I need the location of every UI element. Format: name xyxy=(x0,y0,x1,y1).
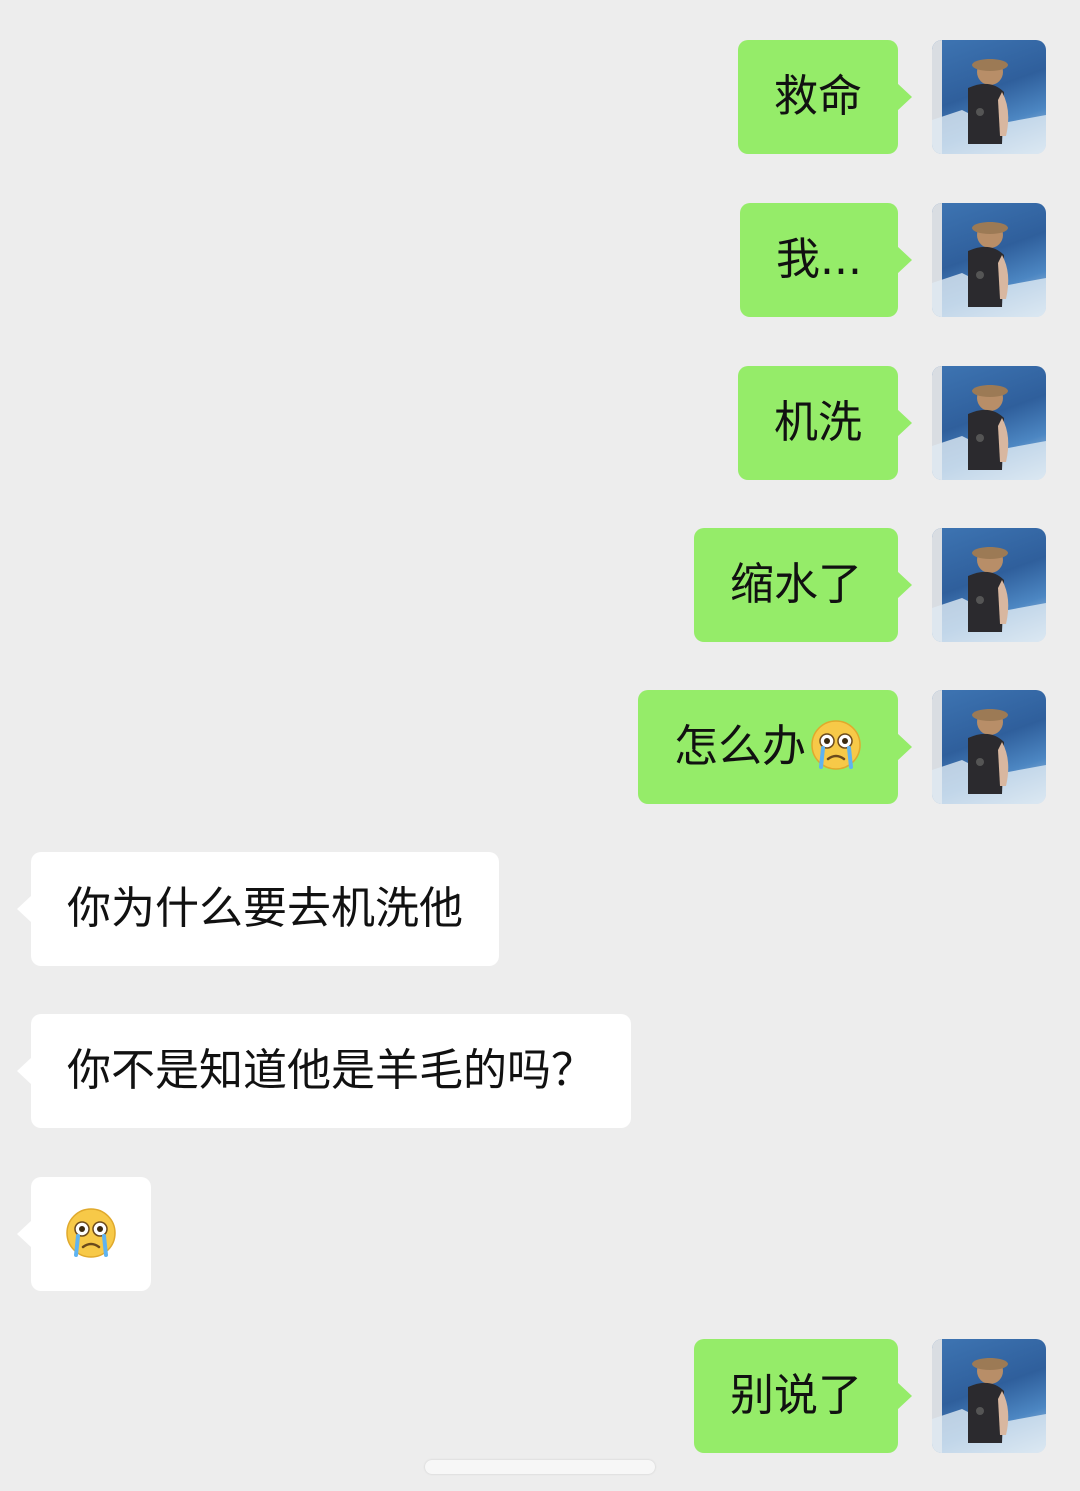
crying-face-emoji-icon xyxy=(65,1207,117,1259)
sent-message-bubble[interactable]: 机洗 xyxy=(738,366,912,480)
message-text: 机洗 xyxy=(774,397,862,448)
message-text: 缩水了 xyxy=(730,559,862,610)
received-message-bubble[interactable]: 你不是知道他是羊毛的吗？ xyxy=(17,1014,631,1128)
home-indicator[interactable] xyxy=(425,1460,655,1474)
message-text: 别说了 xyxy=(730,1370,862,1421)
crying-face-emoji-icon xyxy=(810,719,862,771)
message-text: 怎么办 xyxy=(674,721,806,772)
sent-message-bubble[interactable]: 怎么办 xyxy=(638,690,912,804)
user-avatar[interactable] xyxy=(932,203,1046,317)
user-avatar[interactable] xyxy=(932,690,1046,804)
sent-message-bubble[interactable]: 缩水了 xyxy=(694,528,912,642)
message-text: 救命 xyxy=(774,71,862,122)
user-avatar[interactable] xyxy=(932,1339,1046,1453)
message-text: 我... xyxy=(776,234,862,285)
user-avatar[interactable] xyxy=(932,528,1046,642)
received-message-bubble[interactable] xyxy=(17,1177,151,1291)
received-message-bubble[interactable]: 你为什么要去机洗他 xyxy=(17,852,499,966)
user-avatar[interactable] xyxy=(932,40,1046,154)
sent-message-bubble[interactable]: 我... xyxy=(740,203,912,317)
message-text: 你为什么要去机洗他 xyxy=(67,883,463,934)
sent-message-bubble[interactable]: 别说了 xyxy=(694,1339,912,1453)
sent-message-bubble[interactable]: 救命 xyxy=(738,40,912,154)
message-text: 你不是知道他是羊毛的吗？ xyxy=(67,1045,595,1096)
user-avatar[interactable] xyxy=(932,366,1046,480)
